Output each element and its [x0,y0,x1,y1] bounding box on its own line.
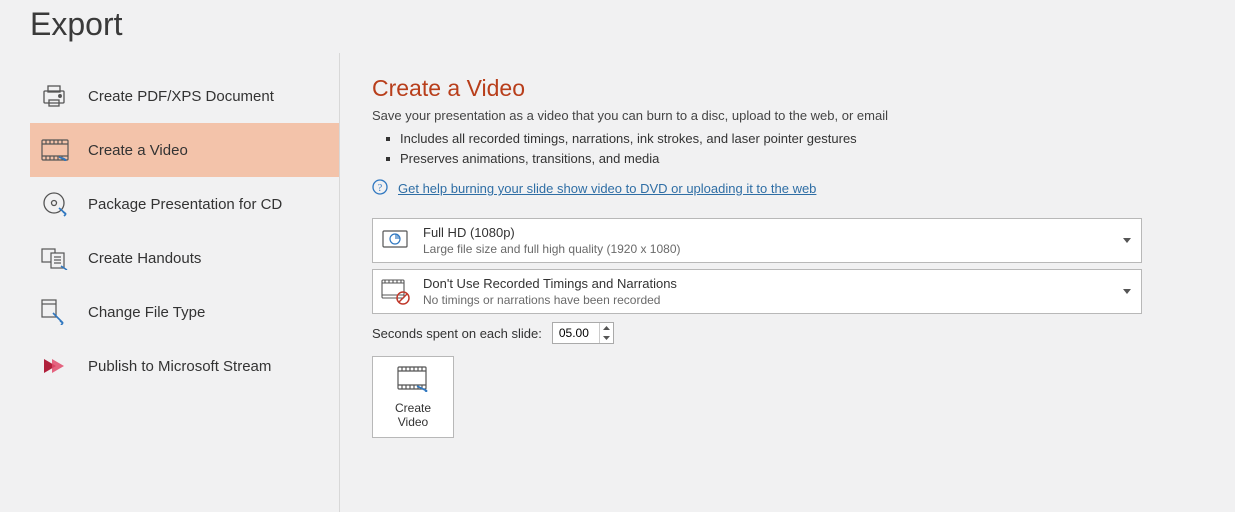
sidebar-item-publish-stream[interactable]: Publish to Microsoft Stream [30,339,339,393]
video-icon [40,135,70,165]
no-timings-icon [381,278,411,306]
sidebar-item-label: Package Presentation for CD [88,196,282,213]
content-bullets: Includes all recorded timings, narration… [386,129,1205,169]
monitor-icon [381,227,411,255]
svg-text:?: ? [378,183,383,194]
create-video-icon [397,366,429,395]
sidebar-item-create-video[interactable]: Create a Video [30,123,339,177]
sidebar-item-label: Create Handouts [88,250,201,267]
seconds-spinner[interactable] [552,322,614,344]
seconds-label: Seconds spent on each slide: [372,326,542,341]
help-icon: ? [372,179,388,198]
dropdown-title: Full HD (1080p) [423,225,1123,240]
sidebar-item-label: Create a Video [88,142,188,159]
video-quality-dropdown[interactable]: Full HD (1080p) Large file size and full… [372,218,1142,263]
cd-icon [40,189,70,219]
handouts-icon [40,243,70,273]
content-subtitle: Save your presentation as a video that y… [372,108,1205,123]
bullet-item: Includes all recorded timings, narration… [386,129,1205,149]
sidebar-item-package-cd[interactable]: Package Presentation for CD [30,177,339,231]
dropdown-subtitle: No timings or narrations have been recor… [423,293,1123,307]
page-header: Export [0,0,1235,53]
timings-dropdown[interactable]: Don't Use Recorded Timings and Narration… [372,269,1142,314]
change-file-type-icon [40,297,70,327]
pdf-icon [40,81,70,111]
sidebar-item-label: Create PDF/XPS Document [88,88,274,105]
export-content-pane: Create a Video Save your presentation as… [340,53,1235,512]
page-title: Export [30,6,1235,43]
seconds-input[interactable] [553,323,599,343]
sidebar-item-change-file-type[interactable]: Change File Type [30,285,339,339]
dropdown-title: Don't Use Recorded Timings and Narration… [423,276,1123,291]
sidebar-item-label: Publish to Microsoft Stream [88,358,271,375]
bullet-item: Preserves animations, transitions, and m… [386,149,1205,169]
stream-icon [40,351,70,381]
sidebar-item-create-handouts[interactable]: Create Handouts [30,231,339,285]
chevron-down-icon [1123,238,1131,243]
create-video-button-label: Create Video [395,401,431,429]
sidebar-item-label: Change File Type [88,304,205,321]
spinner-up-button[interactable] [600,323,613,333]
sidebar-item-create-pdf-xps[interactable]: Create PDF/XPS Document [30,69,339,123]
chevron-down-icon [1123,289,1131,294]
spinner-down-button[interactable] [600,333,613,343]
export-sidebar: Create PDF/XPS Document Create a Video P… [0,53,340,512]
help-link[interactable]: Get help burning your slide show video t… [398,181,816,196]
content-title: Create a Video [372,75,1205,102]
dropdown-subtitle: Large file size and full high quality (1… [423,242,1123,256]
create-video-button[interactable]: Create Video [372,356,454,438]
